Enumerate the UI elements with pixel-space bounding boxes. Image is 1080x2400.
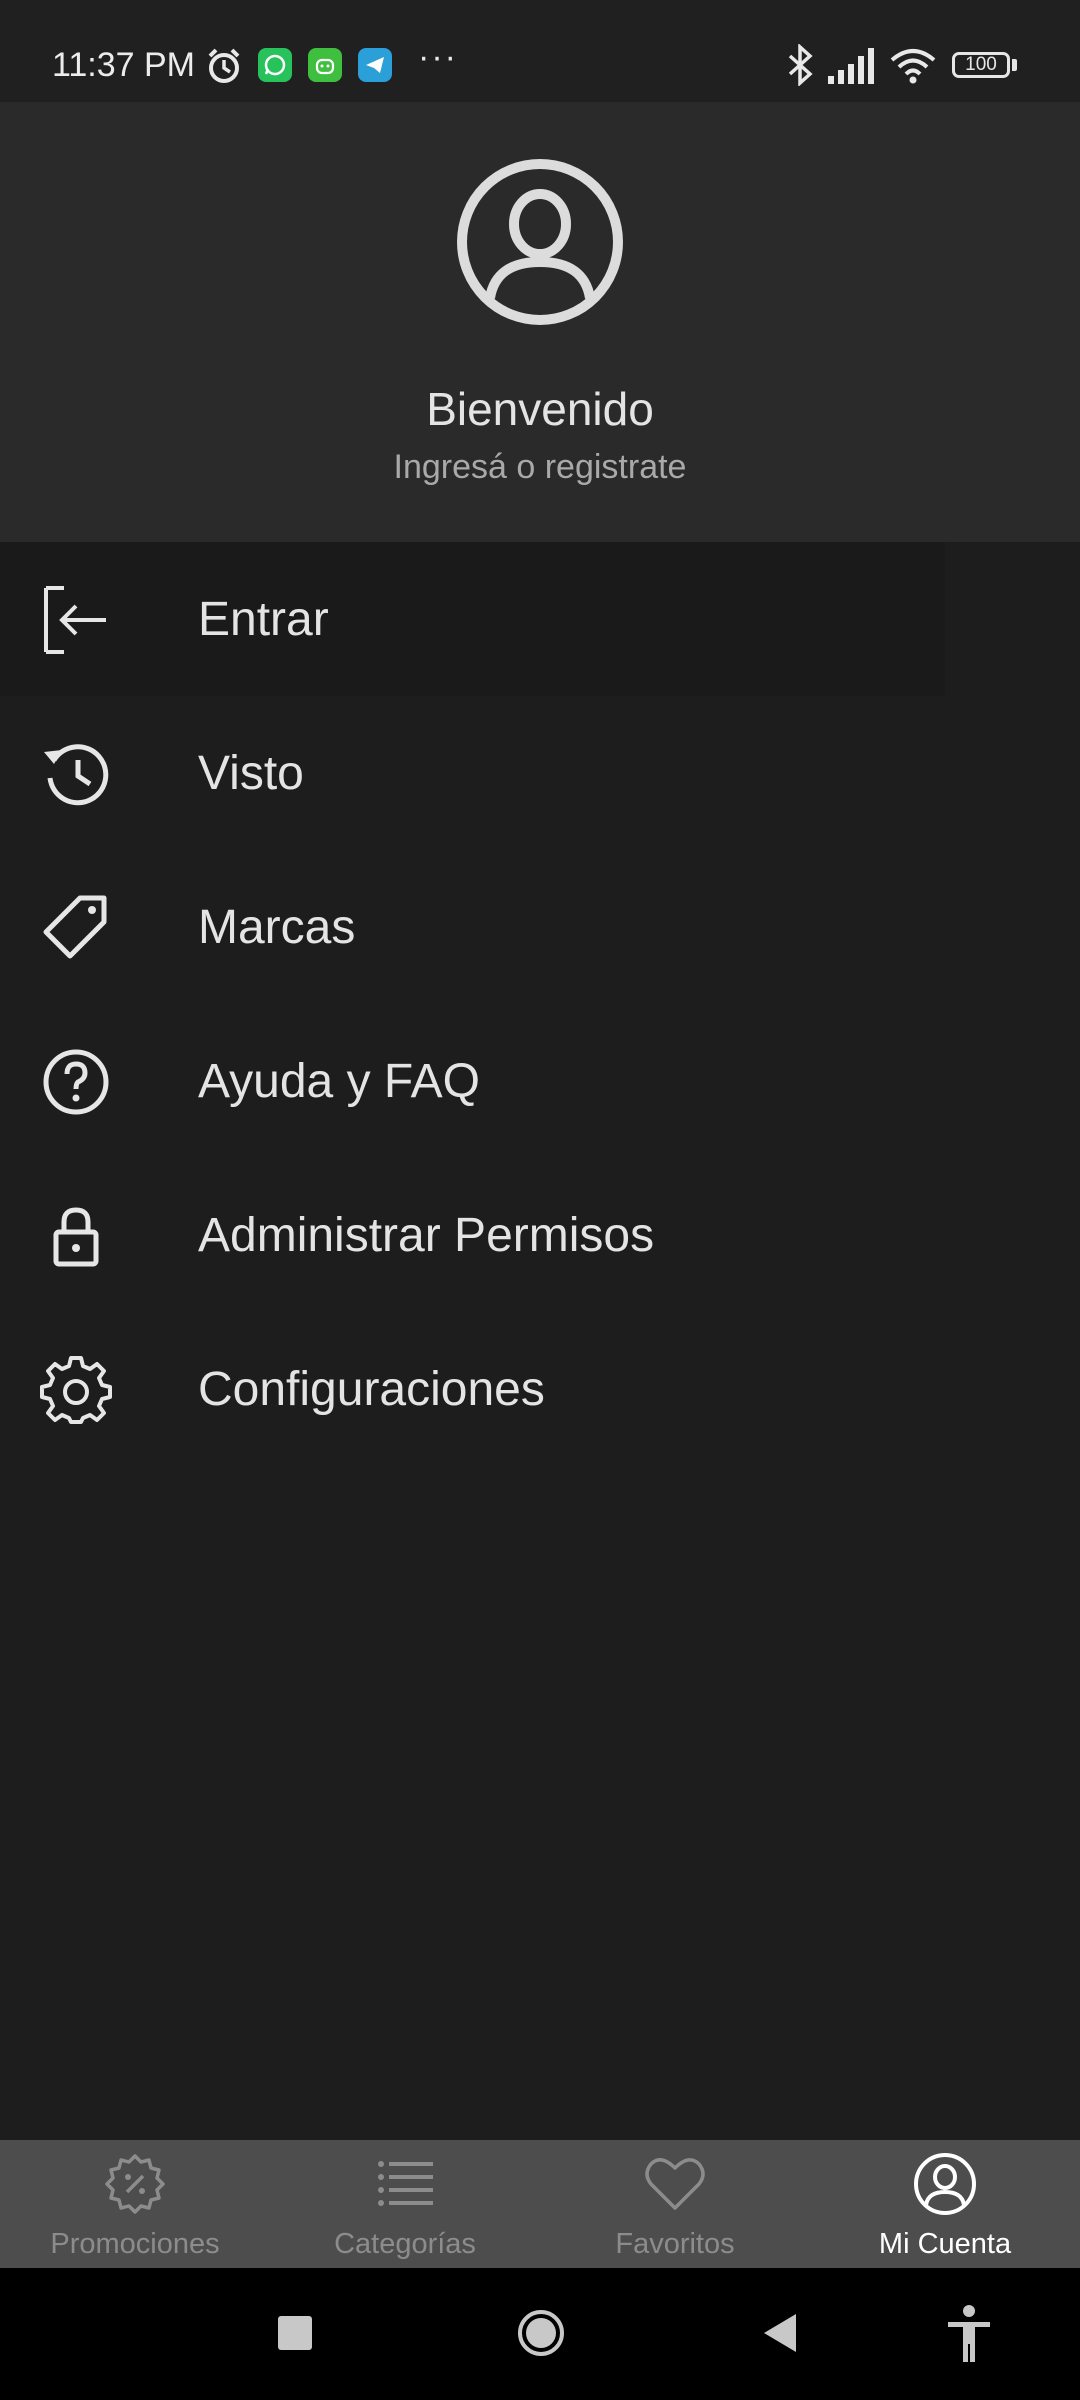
telegram-icon [358, 48, 392, 82]
wifi-icon [890, 49, 936, 84]
nav-tab-categorias[interactable]: Categorías [270, 2140, 540, 2268]
menu-item-label: Administrar Permisos [198, 1208, 655, 1262]
menu-item-permisos[interactable]: Administrar Permisos [0, 1158, 1080, 1312]
nav-tab-label: Favoritos [615, 2228, 735, 2260]
account-icon [914, 2153, 976, 2215]
android-app-icon [308, 48, 342, 82]
account-header: Bienvenido Ingresá o registrate [0, 102, 1080, 542]
status-bar: 11:37 PM ··· 100 [0, 0, 1080, 102]
menu-item-label: Entrar [198, 592, 329, 646]
menu-item-label: Ayuda y FAQ [198, 1054, 480, 1108]
menu-item-visto[interactable]: Visto [0, 696, 1080, 850]
login-icon [44, 586, 106, 654]
bluetooth-icon [788, 44, 813, 86]
menu-item-marcas[interactable]: Marcas [0, 850, 1080, 1004]
alarm-icon [208, 48, 240, 83]
recents-square-icon[interactable] [278, 2316, 312, 2350]
nav-tab-favoritos[interactable]: Favoritos [540, 2140, 810, 2268]
battery-tip [1012, 59, 1017, 71]
bottom-navigation: Promociones Categorías Favoritos Mi Cuen… [0, 2140, 1080, 2268]
menu-item-label: Visto [198, 746, 304, 800]
nav-tab-mi-cuenta[interactable]: Mi Cuenta [810, 2140, 1080, 2268]
promo-badge-icon [105, 2154, 165, 2214]
whatsapp-icon [258, 48, 292, 82]
history-icon [44, 744, 109, 806]
welcome-subtitle[interactable]: Ingresá o registrate [0, 448, 1080, 487]
nav-tab-promociones[interactable]: Promociones [0, 2140, 270, 2268]
list-icon [378, 2161, 433, 2206]
back-triangle-icon[interactable] [762, 2312, 798, 2354]
help-icon [43, 1049, 109, 1115]
menu-item-label: Configuraciones [198, 1362, 545, 1416]
menu-item-ayuda[interactable]: Ayuda y FAQ [0, 1004, 1080, 1158]
heart-icon [645, 2158, 705, 2210]
menu-item-label: Marcas [198, 900, 356, 954]
nav-tab-label: Promociones [50, 2228, 220, 2260]
tag-icon [43, 895, 107, 959]
account-menu: Entrar Visto Marcas Ayuda y FAQ Administ… [0, 542, 1080, 1466]
more-notifications-icon: ··· [418, 38, 458, 76]
signal-icon [828, 48, 874, 84]
status-time: 11:37 PM [52, 46, 196, 84]
battery-icon: 100 [952, 52, 1010, 78]
battery-level: 100 [965, 54, 997, 75]
account-avatar-icon[interactable] [456, 158, 624, 326]
system-navigation-bar [0, 2268, 1080, 2400]
nav-tab-label: Mi Cuenta [878, 2228, 1012, 2260]
nav-tab-label: Categorías [334, 2228, 476, 2260]
accessibility-icon[interactable] [944, 2304, 994, 2364]
gear-icon [40, 1356, 112, 1424]
home-circle-icon[interactable] [516, 2308, 566, 2358]
welcome-title: Bienvenido [426, 383, 654, 435]
menu-item-entrar[interactable]: Entrar [0, 542, 945, 696]
menu-item-configuraciones[interactable]: Configuraciones [0, 1312, 1080, 1466]
lock-icon [53, 1207, 99, 1267]
